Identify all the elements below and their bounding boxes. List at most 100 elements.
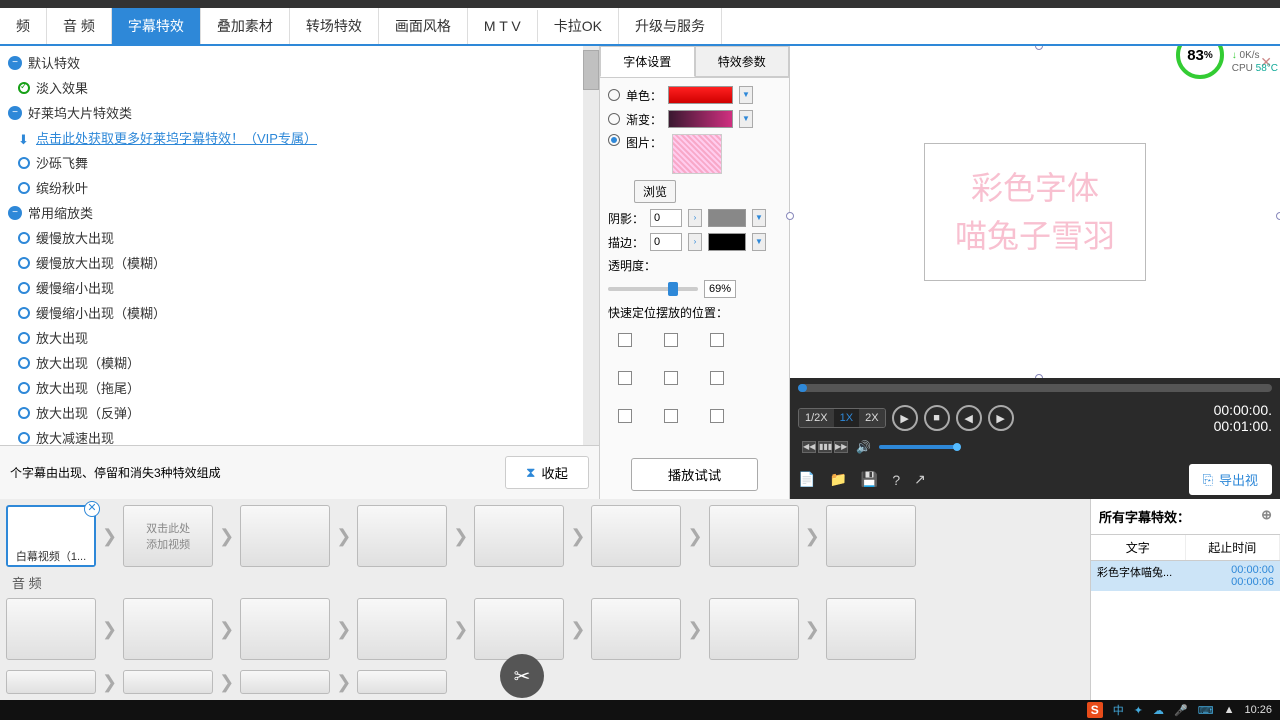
tab-upgrade[interactable]: 升级与服务 xyxy=(619,8,722,44)
effect-zoom-5[interactable]: 放大出现（模糊） xyxy=(0,350,599,375)
effect-zoom-3[interactable]: 缓慢缩小出现（模糊） xyxy=(0,300,599,325)
pos-tr[interactable] xyxy=(710,333,724,347)
frame-seek[interactable]: ◀◀▮▮▮▶▶ xyxy=(802,441,848,453)
tray-icon[interactable]: ✦ xyxy=(1134,704,1143,717)
speed-half[interactable]: 1/2X xyxy=(799,409,834,427)
spinner-arrow-icon[interactable]: › xyxy=(688,209,702,227)
audio-clip-slot[interactable] xyxy=(240,598,330,660)
preview-canvas[interactable]: ✕ 彩色字体 喵兔子雪羽 83% ↓ 0K/sCPU 58°C xyxy=(790,46,1280,378)
ime-icon[interactable]: S xyxy=(1087,702,1103,718)
prev-button[interactable]: ◀ xyxy=(956,405,982,431)
scissors-button[interactable]: ✂ xyxy=(500,654,544,698)
effect-zoom-6[interactable]: 放大出现（拖尾） xyxy=(0,375,599,400)
extra-slot[interactable] xyxy=(123,670,213,694)
effect-vip-link[interactable]: ⬇点击此处获取更多好莱坞字幕特效！（VIP专属） xyxy=(0,125,599,150)
effects-list[interactable]: −默认特效 淡入效果 −好莱坞大片特效类 ⬇点击此处获取更多好莱坞字幕特效！（V… xyxy=(0,46,599,445)
add-icon[interactable]: ⊕ xyxy=(1261,507,1272,526)
dropdown-icon[interactable]: ▼ xyxy=(739,110,753,128)
effect-zoom-4[interactable]: 放大出现 xyxy=(0,325,599,350)
help-icon[interactable]: ? xyxy=(892,472,900,488)
dropdown-icon[interactable]: ▼ xyxy=(752,209,766,227)
tab-font-settings[interactable]: 字体设置 xyxy=(600,46,695,77)
volume-icon[interactable]: 🔊 xyxy=(856,440,871,454)
effect-sand[interactable]: 沙砾飞舞 xyxy=(0,150,599,175)
pos-mr[interactable] xyxy=(710,371,724,385)
add-clip-slot[interactable]: 双击此处 添加视频 xyxy=(123,505,213,567)
category-zoom[interactable]: −常用缩放类 xyxy=(0,200,599,225)
tab-style[interactable]: 画面风格 xyxy=(379,8,468,44)
collapse-button[interactable]: ⧗收起 xyxy=(505,456,589,489)
effect-zoom-1[interactable]: 缓慢放大出现（模糊） xyxy=(0,250,599,275)
pos-tc[interactable] xyxy=(664,333,678,347)
resize-handle[interactable] xyxy=(1035,46,1043,50)
extra-slot[interactable] xyxy=(240,670,330,694)
audio-clip-slot[interactable] xyxy=(357,598,447,660)
effect-zoom-8[interactable]: 放大减速出现 xyxy=(0,425,599,445)
effects-scrollbar[interactable] xyxy=(583,46,599,445)
empty-clip-slot[interactable] xyxy=(826,505,916,567)
effect-leaves[interactable]: 缤纷秋叶 xyxy=(0,175,599,200)
extra-slot[interactable] xyxy=(357,670,447,694)
open-icon[interactable]: 📁 xyxy=(829,471,846,488)
pos-tl[interactable] xyxy=(618,333,632,347)
col-time[interactable]: 起止时间 xyxy=(1186,535,1280,560)
share-icon[interactable]: ↗ xyxy=(914,471,926,488)
tab-overlay[interactable]: 叠加素材 xyxy=(201,8,290,44)
audio-clip-slot[interactable] xyxy=(474,598,564,660)
subtitle-row[interactable]: 彩色字体喵兔... 00:00:00 00:00:06 xyxy=(1091,561,1280,591)
tab-subtitle-effects[interactable]: 字幕特效 xyxy=(112,8,201,44)
pos-mc[interactable] xyxy=(664,371,678,385)
empty-clip-slot[interactable] xyxy=(474,505,564,567)
progress-bar[interactable] xyxy=(798,384,1272,392)
effect-zoom-7[interactable]: 放大出现（反弹） xyxy=(0,400,599,425)
tray-icon[interactable]: ⌨ xyxy=(1198,704,1214,717)
tab-effect-params[interactable]: 特效参数 xyxy=(695,46,790,77)
audio-clip-slot[interactable] xyxy=(123,598,213,660)
gradient-swatch[interactable] xyxy=(668,110,733,128)
radio-gradient[interactable] xyxy=(608,113,620,125)
export-button[interactable]: ⎘导出视 xyxy=(1189,464,1272,495)
tab-karaoke[interactable]: 卡拉OK xyxy=(538,8,619,44)
audio-clip-slot[interactable] xyxy=(709,598,799,660)
tab-video[interactable]: 频 xyxy=(0,8,47,44)
resize-handle[interactable] xyxy=(786,212,794,220)
effect-zoom-0[interactable]: 缓慢放大出现 xyxy=(0,225,599,250)
dropdown-icon[interactable]: ▼ xyxy=(739,86,753,104)
remove-clip-icon[interactable]: ✕ xyxy=(84,501,100,517)
speed-2x[interactable]: 2X xyxy=(859,409,884,427)
scrollbar-thumb[interactable] xyxy=(583,50,599,90)
save-icon[interactable]: 💾 xyxy=(861,471,878,488)
taskbar[interactable]: S 中 ✦ ☁ 🎤 ⌨ ▲ 10:26 xyxy=(0,700,1280,720)
volume-slider[interactable] xyxy=(879,445,959,449)
effect-fadein[interactable]: 淡入效果 xyxy=(0,75,599,100)
stroke-spinner[interactable]: 0 xyxy=(650,233,682,251)
volume-thumb[interactable] xyxy=(953,443,961,451)
solid-color-swatch[interactable] xyxy=(668,86,733,104)
radio-solid[interactable] xyxy=(608,89,620,101)
tray-icon[interactable]: 🎤 xyxy=(1174,704,1188,717)
play-button[interactable]: ▶ xyxy=(892,405,918,431)
pos-bl[interactable] xyxy=(618,409,632,423)
video-clip-1[interactable]: ✕ 白幕视频（1... xyxy=(6,505,96,567)
stop-button[interactable]: ■ xyxy=(924,405,950,431)
tray-icon[interactable]: ▲ xyxy=(1224,704,1235,716)
slider-thumb[interactable] xyxy=(668,282,678,296)
empty-clip-slot[interactable] xyxy=(709,505,799,567)
opacity-slider[interactable] xyxy=(608,287,698,291)
next-button[interactable]: ▶ xyxy=(988,405,1014,431)
category-default[interactable]: −默认特效 xyxy=(0,50,599,75)
spinner-arrow-icon[interactable]: › xyxy=(688,233,702,251)
effect-zoom-2[interactable]: 缓慢缩小出现 xyxy=(0,275,599,300)
extra-slot[interactable] xyxy=(6,670,96,694)
col-text[interactable]: 文字 xyxy=(1091,535,1186,560)
tab-audio[interactable]: 音 频 xyxy=(47,8,112,44)
shadow-spinner[interactable]: 0 xyxy=(650,209,682,227)
pos-bc[interactable] xyxy=(664,409,678,423)
preview-text-box[interactable]: 彩色字体 喵兔子雪羽 xyxy=(924,143,1146,281)
audio-clip-slot[interactable] xyxy=(591,598,681,660)
pos-br[interactable] xyxy=(710,409,724,423)
opacity-value[interactable]: 69% xyxy=(704,280,736,298)
speed-1x[interactable]: 1X xyxy=(834,409,859,427)
tray-icon[interactable]: ☁ xyxy=(1153,704,1164,717)
empty-clip-slot[interactable] xyxy=(357,505,447,567)
